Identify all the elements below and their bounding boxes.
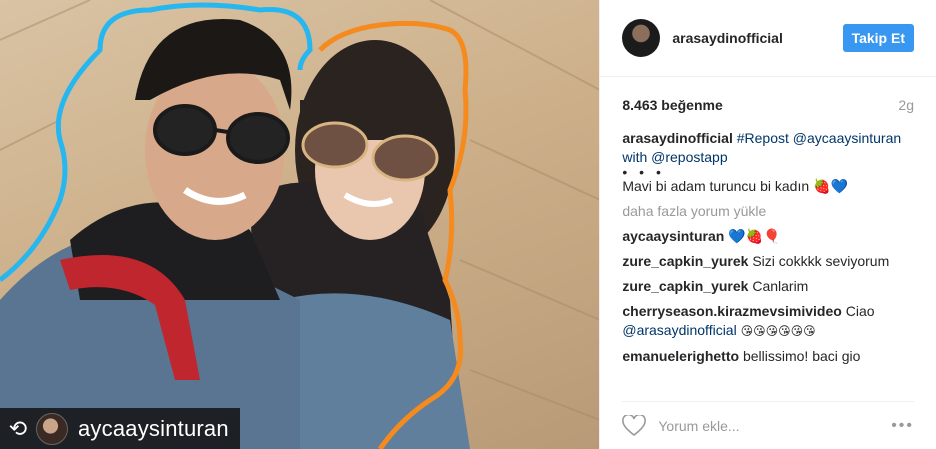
load-more-comments[interactable]: daha fazla yorum yükle: [622, 202, 914, 221]
comment-text: Sizi cokkkk seviyorum: [752, 253, 890, 269]
caption-dots: • • •: [622, 164, 665, 180]
caption-username[interactable]: arasaydinofficial: [622, 130, 733, 146]
comment: aycaaysinturan 💙🍓🎈: [622, 227, 914, 246]
post-header: arasaydinofficial Takip Et: [600, 0, 936, 77]
comment-username[interactable]: cherryseason.kirazmevsimivideo: [622, 303, 841, 319]
repost-avatar: [36, 412, 68, 445]
repost-username: aycaaysinturan: [78, 415, 229, 441]
comments-list: arasaydinofficial #Repost @aycaaysintura…: [600, 129, 936, 366]
caption: arasaydinofficial #Repost @aycaaysintura…: [622, 129, 914, 196]
comment: emanuelerighetto bellissimo! baci gio: [622, 347, 914, 366]
comment-text: Ciao: [845, 303, 875, 319]
add-comment-input[interactable]: Yorum ekle...: [658, 418, 891, 434]
owner-avatar[interactable]: [622, 19, 661, 57]
heart-icon[interactable]: [622, 414, 647, 437]
repost-icon: ⟲: [8, 416, 28, 441]
post-age[interactable]: 2g: [898, 97, 914, 113]
comment-text: bellissimo! baci gio: [742, 348, 861, 364]
comment-username[interactable]: zure_capkin_yurek: [622, 278, 748, 294]
post-photo[interactable]: ⟲ aycaaysinturan: [0, 0, 600, 449]
caption-text: Mavi bi adam turuncu bi kadın 🍓💙: [622, 178, 848, 194]
more-options-icon[interactable]: •••: [891, 417, 914, 435]
comment-mention[interactable]: @arasaydinofficial: [622, 322, 736, 338]
comment: zure_capkin_yurek Canlarim: [622, 277, 914, 296]
comment: cherryseason.kirazmevsimivideo Ciao @ara…: [622, 302, 914, 341]
comment-emoji: 😘😘😘😘😘😘: [740, 324, 816, 338]
post-stats: 8.463 beğenme 2g: [600, 97, 936, 113]
likes-count[interactable]: 8.463 beğenme: [622, 97, 722, 113]
comment-username[interactable]: emanuelerighetto: [622, 348, 739, 364]
comment-bar: Yorum ekle... •••: [622, 401, 914, 449]
comment: zure_capkin_yurek Sizi cokkkk seviyorum: [622, 252, 914, 271]
comment-text: Canlarim: [752, 278, 809, 294]
comment-text: 💙🍓🎈: [728, 228, 781, 244]
owner-username[interactable]: arasaydinofficial: [672, 30, 842, 46]
comment-username[interactable]: aycaaysinturan: [622, 228, 724, 244]
selfie-illustration: [0, 0, 600, 449]
post-sidebar: arasaydinofficial Takip Et 8.463 beğenme…: [599, 0, 936, 449]
follow-button[interactable]: Takip Et: [842, 24, 914, 52]
repost-banner: ⟲ aycaaysinturan: [0, 408, 240, 449]
comment-username[interactable]: zure_capkin_yurek: [622, 253, 748, 269]
